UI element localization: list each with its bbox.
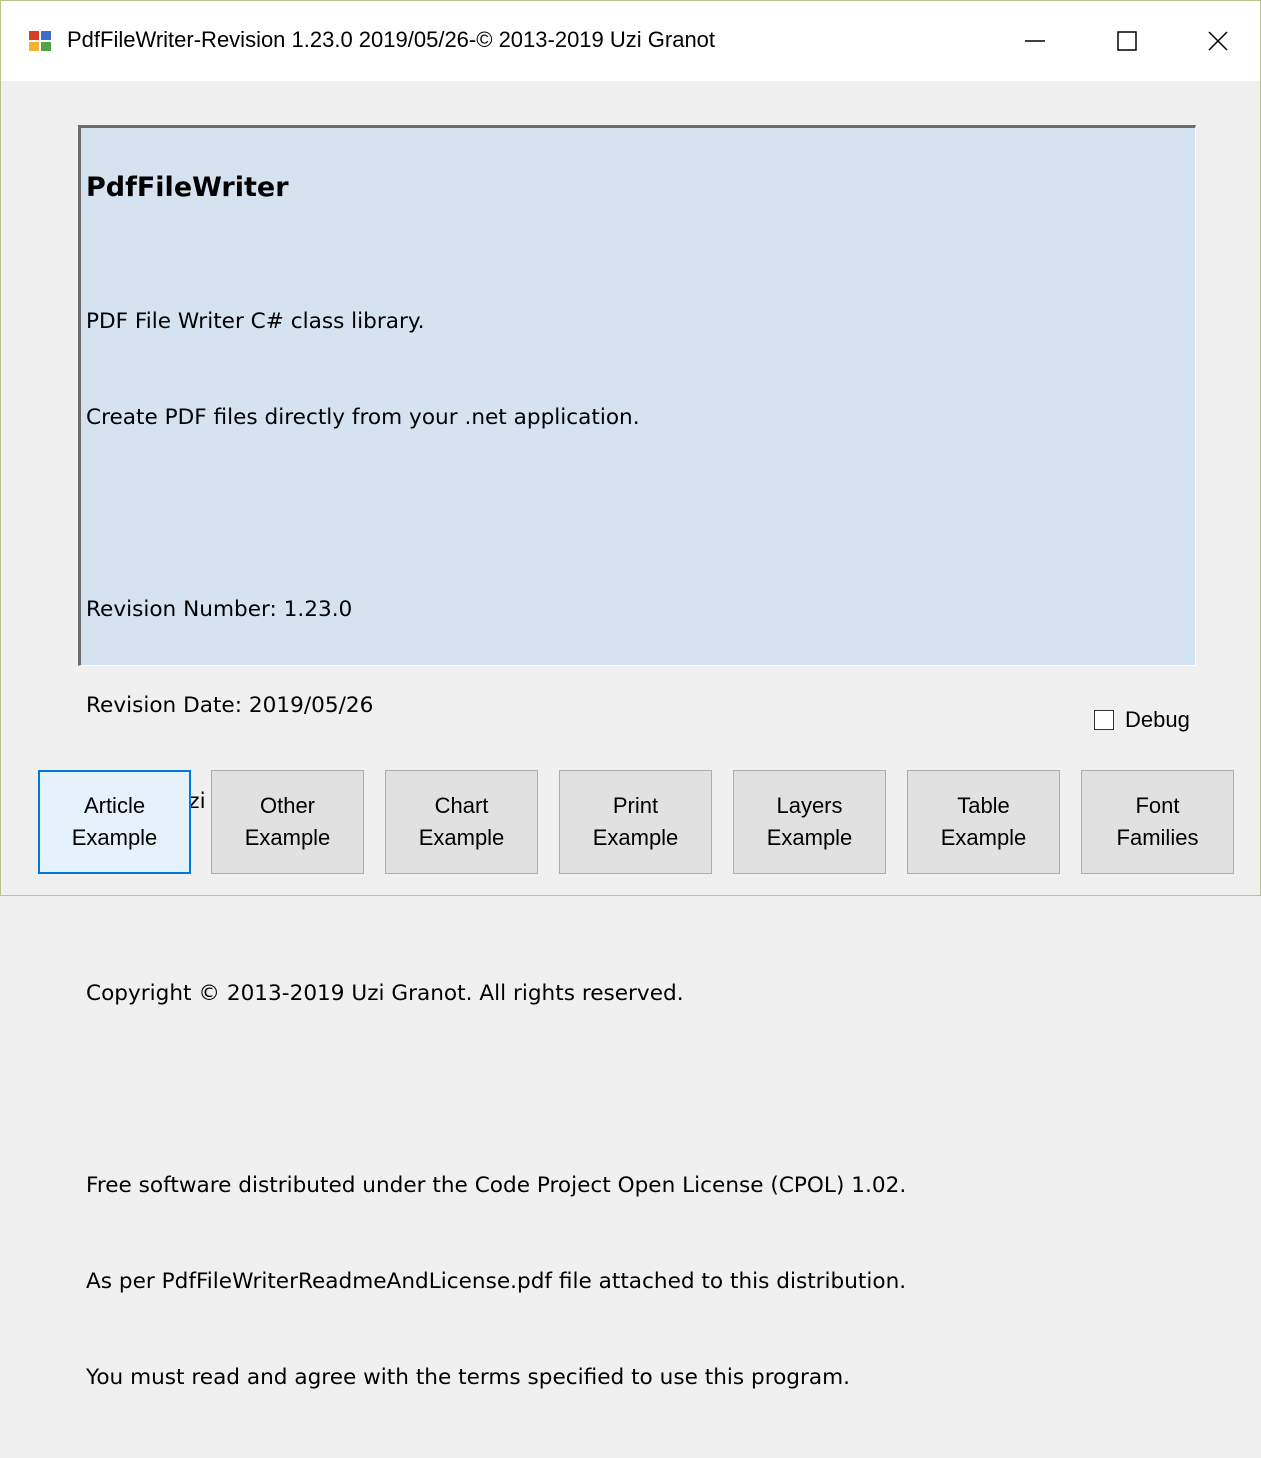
- info-line: Revision Date: 2019/05/26: [86, 693, 374, 718]
- chart-example-button[interactable]: Chart Example: [385, 770, 538, 874]
- info-gap: [86, 1074, 906, 1106]
- close-icon: [1208, 31, 1228, 51]
- title-bar[interactable]: PdfFileWriter-Revision 1.23.0 2019/05/26…: [1, 1, 1260, 81]
- maximize-button[interactable]: [1082, 1, 1172, 81]
- minimize-button[interactable]: [990, 1, 1080, 81]
- button-label-line1: Other: [259, 793, 316, 818]
- button-label-line2: Example: [71, 825, 158, 850]
- print-example-button[interactable]: Print Example: [559, 770, 712, 874]
- button-label-line2: Example: [244, 825, 331, 850]
- button-label-line1: Chart: [434, 793, 489, 818]
- button-label-line1: Table: [957, 793, 1010, 818]
- info-line: As per PdfFileWriterReadmeAndLicense.pdf…: [86, 1269, 907, 1294]
- info-panel: PdfFileWriter PDF File Writer C# class l…: [78, 125, 1196, 1390]
- close-button[interactable]: [1173, 1, 1261, 81]
- maximize-icon: [1117, 31, 1137, 51]
- button-label-line1: Article: [83, 793, 146, 818]
- other-example-button[interactable]: Other Example: [211, 770, 364, 874]
- info-line: Revision Number: 1.23.0: [86, 597, 353, 622]
- debug-checkbox-box[interactable]: [1094, 710, 1114, 730]
- button-label-line2: Example: [940, 825, 1027, 850]
- button-label-line1: Print: [612, 793, 659, 818]
- article-example-button[interactable]: Article Example: [38, 770, 191, 874]
- info-line: Free software distributed under the Code…: [86, 1173, 907, 1198]
- layers-example-button[interactable]: Layers Example: [733, 770, 886, 874]
- button-label-line2: Example: [592, 825, 679, 850]
- debug-checkbox[interactable]: Debug: [1094, 707, 1190, 733]
- info-line: Create PDF files directly from your .net…: [86, 405, 640, 430]
- info-heading: PdfFileWriter: [86, 172, 289, 203]
- minimize-icon: [1025, 40, 1045, 42]
- window-title: PdfFileWriter-Revision 1.23.0 2019/05/26…: [67, 27, 716, 52]
- info-line: PDF File Writer C# class library.: [86, 309, 425, 334]
- button-label-line1: Layers: [776, 793, 843, 818]
- font-families-button[interactable]: Font Families: [1081, 770, 1234, 874]
- info-gap: [86, 882, 906, 914]
- button-label-line2: Example: [418, 825, 505, 850]
- button-label-line2: Example: [766, 825, 853, 850]
- info-line: Copyright © 2013-2019 Uzi Granot. All ri…: [86, 981, 684, 1006]
- button-label-line1: Font: [1135, 793, 1180, 818]
- info-line: You must read and agree with the terms s…: [86, 1365, 851, 1390]
- info-gap: [86, 498, 906, 530]
- main-window: PdfFileWriter-Revision 1.23.0 2019/05/26…: [0, 0, 1261, 1390]
- button-label-line2: Families: [1116, 825, 1199, 850]
- debug-label: Debug: [1125, 707, 1190, 732]
- app-icon: [29, 31, 51, 51]
- table-example-button[interactable]: Table Example: [907, 770, 1060, 874]
